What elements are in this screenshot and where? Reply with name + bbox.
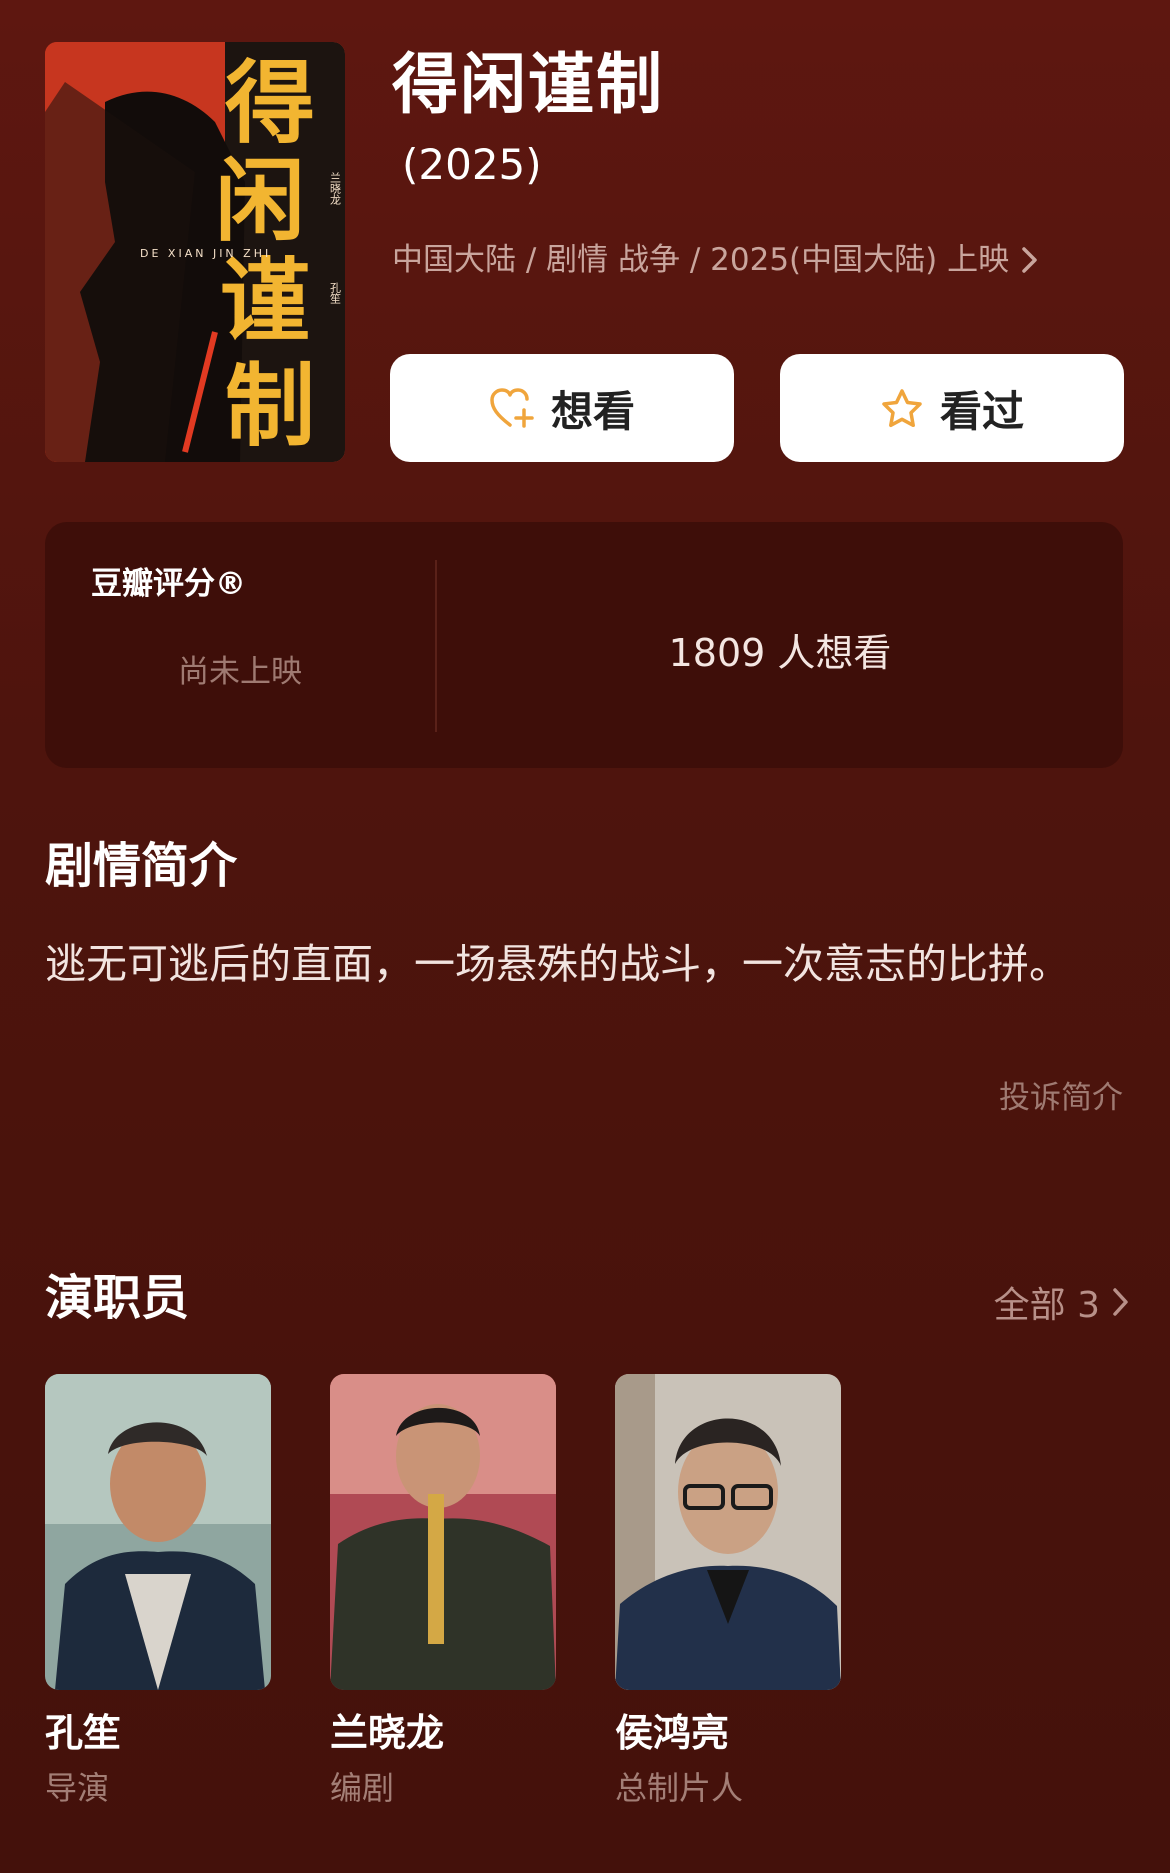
view-all-cast-link[interactable]: 全部 3 bbox=[994, 1276, 1130, 1328]
poster-title-char: 得 bbox=[225, 50, 315, 156]
poster-credit: 兰晓龙 bbox=[329, 172, 342, 205]
want-to-watch-label: 想看 bbox=[550, 386, 635, 436]
want-to-watch-button[interactable]: 想看 bbox=[390, 354, 734, 462]
movie-meta-link[interactable]: 中国大陆 / 剧情 战争 / 2025(中国大陆) 上映 bbox=[392, 238, 1039, 282]
rating-card: 豆瓣评分® 尚未上映 1809 人想看 bbox=[45, 522, 1123, 768]
cast-role: 导演 bbox=[45, 1769, 110, 1807]
douban-rating-label: 豆瓣评分® bbox=[91, 566, 246, 602]
cast-member-card[interactable]: 孔笙 导演 bbox=[45, 1374, 271, 1810]
watched-button[interactable]: 看过 bbox=[780, 354, 1124, 462]
synopsis-title: 剧情简介 bbox=[45, 838, 238, 894]
poster-title-char: 闲 bbox=[215, 148, 305, 254]
cast-photo bbox=[615, 1374, 841, 1690]
cast-section-title: 演职员 bbox=[45, 1270, 190, 1326]
movie-poster[interactable]: 得 闲 谨 制 DE XIAN JIN ZHI 兰晓龙 孔笙 bbox=[45, 42, 345, 462]
chevron-right-icon bbox=[1112, 1287, 1130, 1317]
movie-meta-text: 中国大陆 / 剧情 战争 / 2025(中国大陆) 上映 bbox=[392, 242, 1010, 278]
watched-label: 看过 bbox=[939, 386, 1024, 436]
want-count: 1809 人想看 bbox=[668, 631, 892, 675]
movie-title: 得闲谨制 bbox=[392, 46, 664, 123]
movie-year: (2025) bbox=[402, 140, 542, 189]
synopsis-text: 逃无可逃后的直面，一场悬殊的战斗，一次意志的比拼。 bbox=[45, 940, 1070, 988]
view-all-cast-label: 全部 3 bbox=[993, 1285, 1100, 1326]
poster-title-char: 谨 bbox=[220, 248, 310, 354]
poster-credit: 孔笙 bbox=[329, 282, 342, 304]
chevron-right-icon bbox=[1021, 246, 1039, 274]
cast-name: 孔笙 bbox=[45, 1711, 122, 1755]
poster-title-char: 制 bbox=[225, 353, 315, 459]
cast-member-card[interactable]: 兰晓龙 编剧 bbox=[330, 1374, 556, 1810]
cast-name: 兰晓龙 bbox=[330, 1711, 445, 1755]
cast-name: 侯鸿亮 bbox=[615, 1711, 730, 1755]
star-icon bbox=[880, 387, 924, 429]
report-synopsis-link[interactable]: 投诉简介 bbox=[999, 1072, 1123, 1117]
heart-plus-icon bbox=[489, 387, 535, 429]
cast-role: 编剧 bbox=[330, 1769, 395, 1807]
rating-status: 尚未上映 bbox=[178, 654, 302, 690]
cast-member-card[interactable]: 侯鸿亮 总制片人 bbox=[615, 1374, 841, 1810]
cast-role: 总制片人 bbox=[615, 1769, 744, 1807]
cast-photo bbox=[330, 1374, 556, 1690]
cast-photo bbox=[45, 1374, 271, 1690]
poster-pinyin: DE XIAN JIN ZHI bbox=[140, 247, 271, 260]
